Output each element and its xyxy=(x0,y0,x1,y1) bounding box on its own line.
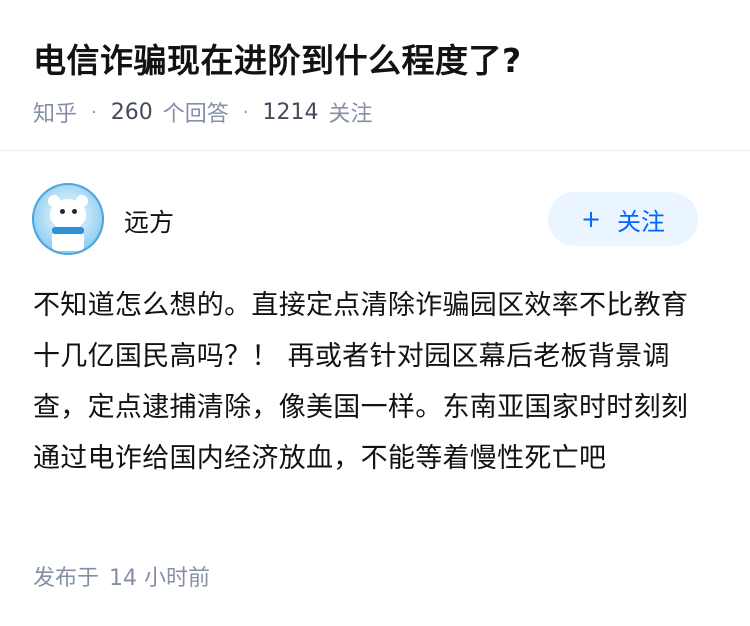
followers-count: 1214 xyxy=(262,99,319,125)
meta-separator: · xyxy=(242,101,249,123)
published-time[interactable]: 14 小时前 xyxy=(109,566,210,591)
bear-head xyxy=(50,199,86,229)
answer-footer: 发布于 14 小时前 xyxy=(33,560,210,592)
answer-text: 不知道怎么想的。直接定点清除诈骗园区效率不比教育十几亿国民高吗？！ 再或者针对园… xyxy=(33,290,689,474)
question-meta: 知乎 · 260 个回答 · 1214 关注 xyxy=(33,96,373,128)
bear-scarf xyxy=(52,227,84,234)
source-label[interactable]: 知乎 xyxy=(33,96,77,128)
author-name[interactable]: 远方 xyxy=(124,203,174,239)
author-row: 远方 + 关注 xyxy=(0,151,750,261)
question-title[interactable]: 电信诈骗现在进阶到什么程度了? xyxy=(33,34,522,82)
answers-label: 个回答 xyxy=(162,102,229,127)
answer-content: 不知道怎么想的。直接定点清除诈骗园区效率不比教育十几亿国民高吗？！ 再或者针对园… xyxy=(33,280,703,484)
published-prefix: 发布于 xyxy=(33,566,100,591)
question-header: 电信诈骗现在进阶到什么程度了? 知乎 · 260 个回答 · 1214 关注 xyxy=(0,0,750,150)
follow-button-label: 关注 xyxy=(617,207,666,236)
meta-separator: · xyxy=(91,101,97,123)
answers-count: 260 xyxy=(110,99,153,125)
followers-label: 关注 xyxy=(328,102,373,127)
polar-bear-avatar-icon[interactable] xyxy=(32,183,104,255)
bear-eye-left xyxy=(60,209,65,214)
follow-button[interactable]: + 关注 xyxy=(548,192,698,246)
bear-eye-right xyxy=(72,209,77,214)
plus-icon: + xyxy=(580,205,602,233)
